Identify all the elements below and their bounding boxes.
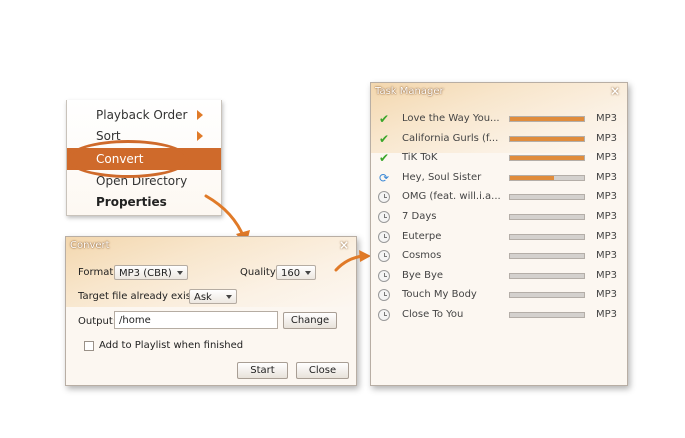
target-select[interactable]: Ask	[189, 289, 237, 304]
pointer-arrow-icon	[334, 250, 371, 272]
clock-icon	[378, 250, 390, 263]
menu-item-label: Properties	[96, 195, 167, 209]
close-button[interactable]: Close	[296, 362, 349, 379]
task-name: Love the Way You...	[402, 113, 500, 124]
check-icon: ✔	[378, 151, 390, 166]
progress-bar	[509, 272, 585, 279]
task-row[interactable]: ⟳ Hey, Soul Sister MP3	[371, 169, 627, 188]
task-row[interactable]: Cosmos MP3	[371, 247, 627, 266]
task-format: MP3	[596, 152, 618, 164]
check-icon: ✔	[378, 112, 390, 126]
task-format: MP3	[596, 132, 618, 144]
task-format: MP3	[596, 191, 618, 203]
highlight-ellipse	[67, 140, 189, 178]
progress-bar	[509, 194, 585, 201]
task-format: MP3	[596, 211, 618, 222]
submenu-arrow-icon	[197, 131, 203, 141]
clock-icon	[378, 269, 390, 282]
check-icon: ✔	[378, 131, 390, 146]
task-name: Hey, Soul Sister	[402, 171, 482, 183]
task-format: MP3	[596, 171, 618, 183]
clock-icon	[378, 230, 390, 243]
task-row[interactable]: OMG (feat. will.i.a... MP3	[371, 188, 627, 207]
chevron-down-icon	[226, 295, 232, 299]
convert-dialog: Convert × Format: MP3 (CBR) Quality: 160…	[65, 236, 357, 386]
format-select[interactable]: MP3 (CBR)	[114, 265, 188, 280]
progress-bar	[509, 214, 585, 220]
change-button[interactable]: Change	[283, 312, 337, 329]
task-row[interactable]: ✔ TiK ToK MP3	[371, 149, 627, 168]
target-value: Ask	[194, 292, 212, 303]
progress-bar	[509, 253, 585, 260]
task-manager-window: Task Manager × ✔ Love the Way You... MP3 ✔ C…	[370, 82, 628, 386]
format-value: MP3 (CBR)	[119, 268, 172, 279]
task-name: Euterpe	[402, 230, 442, 242]
add-to-playlist-label: Add to Playlist when finished	[99, 340, 244, 351]
window-title: Task Manager	[375, 86, 444, 97]
task-format: MP3	[596, 230, 618, 242]
progress-fill	[510, 156, 584, 161]
progress-bar	[509, 233, 585, 240]
menu-item-playback-order[interactable]: Playback Order	[67, 104, 221, 126]
quality-label: Quality:	[240, 267, 279, 278]
clock-icon	[378, 211, 390, 223]
task-format: MP3	[596, 113, 618, 124]
progress-fill	[510, 117, 584, 121]
quality-value: 160	[281, 268, 301, 279]
task-name: California Gurls (f...	[402, 132, 499, 144]
output-label: Output:	[78, 316, 117, 327]
start-button[interactable]: Start	[237, 362, 288, 379]
task-name: 7 Days	[402, 211, 437, 222]
progress-bar	[509, 116, 585, 122]
task-name: OMG (feat. will.i.a...	[402, 191, 501, 203]
task-row[interactable]: Bye Bye MP3	[371, 267, 627, 286]
task-row[interactable]: ✔ California Gurls (f... MP3	[371, 130, 627, 149]
window-title: Convert	[70, 240, 110, 251]
task-name: Touch My Body	[402, 289, 477, 301]
task-row[interactable]: Touch My Body MP3	[371, 286, 627, 305]
add-to-playlist-checkbox[interactable]	[84, 341, 94, 351]
refresh-icon: ⟳	[378, 170, 390, 185]
menu-item-label: Playback Order	[96, 108, 188, 122]
progress-bar	[509, 155, 585, 162]
task-format: MP3	[596, 309, 618, 320]
task-format: MP3	[596, 250, 618, 262]
task-format: MP3	[596, 289, 618, 301]
task-name: Bye Bye	[402, 269, 444, 281]
chevron-down-icon	[305, 271, 311, 275]
task-row[interactable]: Close To You MP3	[371, 306, 627, 325]
output-field[interactable]: /home	[114, 311, 278, 329]
progress-bar	[509, 292, 585, 299]
submenu-arrow-icon	[197, 110, 203, 120]
clock-icon	[378, 191, 390, 204]
menu-item-properties[interactable]: Properties	[67, 191, 221, 213]
quality-select[interactable]: 160	[276, 265, 316, 280]
task-name: TiK ToK	[402, 152, 438, 164]
close-icon[interactable]: ×	[610, 84, 620, 98]
progress-bar	[509, 135, 585, 142]
clock-icon	[378, 309, 390, 321]
chevron-down-icon	[177, 271, 183, 275]
task-name: Close To You	[402, 309, 464, 320]
clock-icon	[378, 289, 390, 302]
target-label: Target file already exists:	[78, 291, 204, 302]
progress-bar	[509, 312, 585, 318]
progress-bar	[509, 174, 585, 181]
task-row[interactable]: ✔ Love the Way You... MP3	[371, 110, 627, 129]
progress-fill	[510, 175, 555, 180]
task-row[interactable]: Euterpe MP3	[371, 228, 627, 247]
task-format: MP3	[596, 269, 618, 281]
progress-fill	[510, 136, 584, 141]
task-name: Cosmos	[402, 250, 442, 262]
format-label: Format:	[78, 267, 117, 278]
task-row[interactable]: 7 Days MP3	[371, 208, 627, 227]
